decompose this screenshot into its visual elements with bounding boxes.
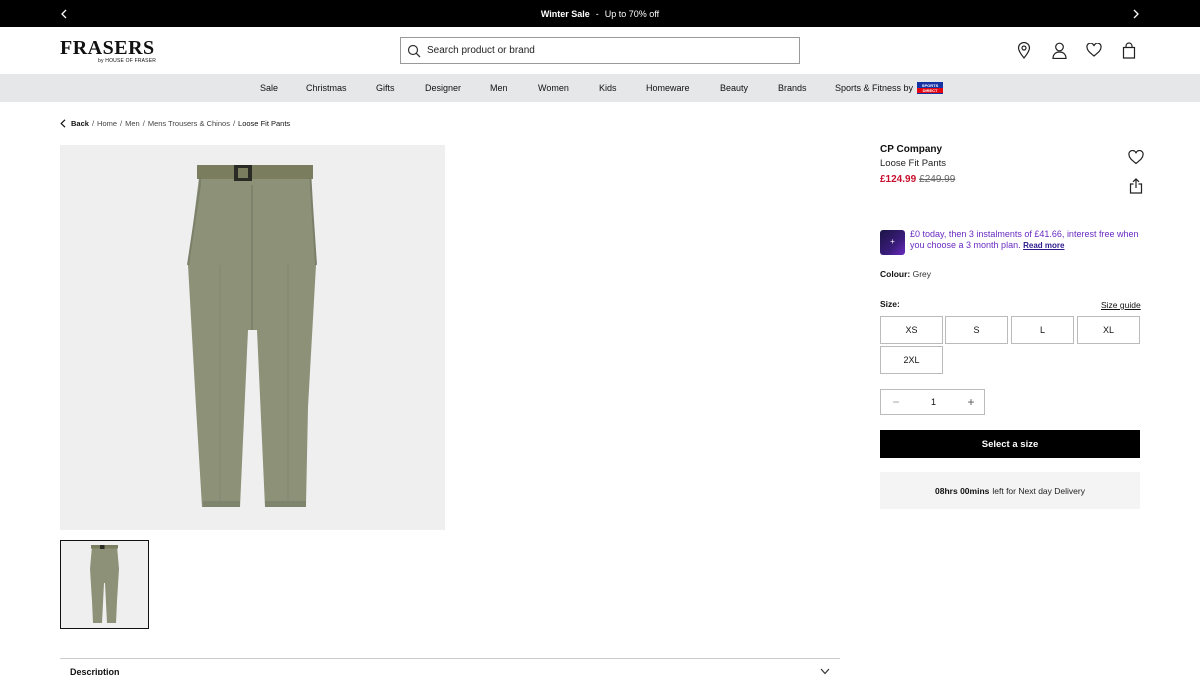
breadcrumb-home[interactable]: Home [97, 119, 117, 128]
breadcrumb-separator: / [232, 118, 236, 128]
klarna-logo: + [880, 230, 905, 255]
delivery-text: left for Next day Delivery [992, 485, 1085, 496]
quantity-stepper: − 1 + [880, 389, 985, 415]
nav-item-sale[interactable]: Sale [260, 74, 278, 102]
quantity-value[interactable]: 1 [911, 390, 956, 414]
logo-subtitle: by HOUSE OF FRASER [98, 58, 157, 64]
nav-item-sports-fitness-label: Sports & Fitness by [835, 83, 914, 93]
nav-item-kids[interactable]: Kids [599, 74, 617, 102]
size-guide-link[interactable]: Size guide [1101, 300, 1141, 310]
klarna-banner: + £0 today, then 3 instalments of £41.66… [880, 228, 1140, 256]
colour-value: Grey [912, 269, 932, 279]
bag-icon [1122, 41, 1136, 59]
chevron-left-icon[interactable] [60, 118, 66, 128]
breadcrumb-separator: / [142, 118, 145, 128]
colour-label: Colour: [880, 269, 911, 279]
promo-separator: - [595, 8, 599, 19]
description-toggle[interactable]: Description [70, 667, 120, 675]
nav-item-gifts[interactable]: Gifts [376, 74, 395, 102]
promo-message[interactable]: Winter Sale - Up to 70% off [0, 0, 1200, 27]
main-nav: Sale Christmas Gifts Designer Men Women … [0, 74, 1200, 102]
share-icon[interactable] [1129, 178, 1143, 194]
quantity-increase-button[interactable]: + [956, 390, 986, 414]
breadcrumb-current: Loose Fit Pants [238, 118, 291, 128]
wishlist-button[interactable] [1085, 41, 1103, 59]
breadcrumb: Back / Home / Men / Mens Trousers & Chin… [60, 117, 290, 129]
product-thumbnail[interactable] [60, 540, 149, 629]
breadcrumb-men[interactable]: Men [125, 119, 140, 128]
select-size-button[interactable]: Select a size [880, 430, 1140, 458]
search-box[interactable] [400, 37, 800, 64]
nav-item-men[interactable]: Men [490, 74, 508, 102]
size-option-l[interactable]: L [1011, 316, 1074, 344]
location-icon [1017, 41, 1031, 59]
description-divider [60, 658, 840, 659]
chevron-right-icon [1133, 9, 1139, 19]
sports-direct-logo: SPORTS DIRECT [917, 81, 944, 94]
product-thumbnail-image [61, 541, 148, 628]
klarna-read-more-link[interactable]: Read more [1023, 241, 1064, 250]
nav-item-christmas[interactable]: Christmas [306, 74, 347, 102]
breadcrumb-separator: / [120, 118, 123, 128]
site-logo[interactable]: FRASERS by HOUSE OF FRASER [60, 38, 156, 66]
nav-item-beauty[interactable]: Beauty [720, 74, 748, 102]
promo-next-button[interactable] [1130, 7, 1142, 21]
promo-bar: Winter Sale - Up to 70% off [0, 0, 1200, 27]
size-option-s[interactable]: S [945, 316, 1008, 344]
product-trousers-image [60, 145, 445, 530]
quantity-decrease-button[interactable]: − [881, 390, 911, 414]
product-brand[interactable]: CP Company [880, 144, 942, 155]
price-current: £124.99 [880, 174, 917, 185]
nav-item-homeware[interactable]: Homeware [646, 74, 690, 102]
size-label: Size: [880, 299, 900, 309]
product-title: Loose Fit Pants [880, 158, 947, 169]
delivery-countdown: 08hrs 00mins left for Next day Delivery [880, 472, 1140, 509]
breadcrumb-separator: / [91, 118, 95, 128]
search-icon[interactable] [407, 44, 421, 58]
klarna-plus-icon: + [890, 237, 895, 246]
breadcrumb-trousers[interactable]: Mens Trousers & Chinos [148, 119, 230, 128]
promo-title: Winter Sale [540, 8, 590, 19]
sports-direct-logo-bottom: DIRECT [917, 87, 944, 93]
nav-item-sports-fitness[interactable]: Sports & Fitness by SPORTS DIRECT [835, 74, 944, 102]
account-icon [1051, 42, 1067, 59]
colour-selection: Colour: Grey [880, 269, 931, 279]
site-header: FRASERS by HOUSE OF FRASER [0, 27, 1200, 74]
heart-icon[interactable] [1128, 150, 1144, 165]
price-original: £249.99 [919, 174, 956, 185]
delivery-time: 08hrs 00mins [935, 485, 990, 496]
size-option-2xl[interactable]: 2XL [880, 346, 943, 374]
nav-item-brands[interactable]: Brands [778, 74, 807, 102]
chevron-down-icon[interactable] [820, 668, 830, 675]
logo-wordmark: FRASERS [60, 37, 155, 59]
breadcrumb-back[interactable]: Back [71, 119, 89, 128]
search-input[interactable] [427, 45, 787, 56]
heart-icon [1086, 43, 1102, 57]
nav-item-designer[interactable]: Designer [425, 74, 461, 102]
product-main-image[interactable] [60, 145, 445, 530]
account-button[interactable] [1050, 41, 1068, 59]
size-option-xl[interactable]: XL [1077, 316, 1140, 344]
nav-item-women[interactable]: Women [538, 74, 569, 102]
bag-button[interactable] [1120, 41, 1138, 59]
size-option-xs[interactable]: XS [880, 316, 943, 344]
store-locator-button[interactable] [1015, 41, 1033, 59]
klarna-message: £0 today, then 3 instalments of £41.66, … [910, 229, 1150, 251]
promo-detail: Up to 70% off [604, 8, 660, 19]
product-price: £124.99 £249.99 [880, 174, 955, 185]
